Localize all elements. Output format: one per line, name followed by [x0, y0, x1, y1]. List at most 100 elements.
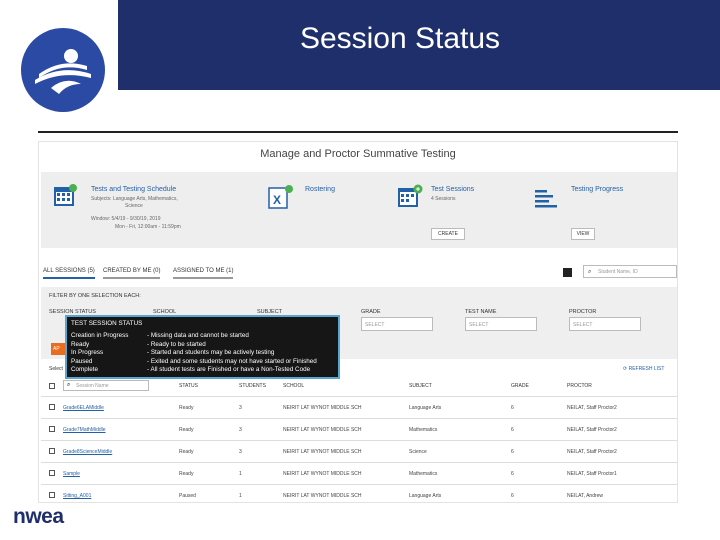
column-header[interactable]: GRADE — [511, 383, 529, 389]
tab-created-by-me[interactable]: CREATED BY ME (0) — [103, 268, 161, 279]
card-rostering[interactable]: X Rostering — [263, 172, 393, 248]
select-label: Select — [49, 366, 63, 372]
grade: 6 — [511, 405, 514, 411]
column-header[interactable]: SUBJECT — [409, 383, 432, 389]
column-header[interactable]: STUDENTS — [239, 383, 266, 389]
proctor-select[interactable]: SELECT — [569, 317, 641, 331]
filter-label: GRADE — [361, 309, 381, 315]
tooltip-status-name: Paused — [71, 357, 93, 365]
card-detail: Science — [125, 203, 143, 209]
grade: 6 — [511, 493, 514, 499]
apply-button[interactable]: AP — [51, 343, 65, 355]
card-detail: Mon - Fri, 12:00am - 11:59pm — [115, 224, 181, 230]
tab-assigned-to-me[interactable]: ASSIGNED TO ME (1) — [173, 268, 234, 279]
filter-label: TEST NAME — [465, 309, 497, 315]
tooltip-status-desc: - Exited and some students may not have … — [147, 357, 317, 365]
grade: 6 — [511, 449, 514, 455]
book-logo-icon — [21, 28, 105, 112]
card-title: Testing Progress — [571, 186, 624, 193]
search-icon: ⌕ — [67, 382, 71, 388]
card-title: Tests and Testing Schedule — [91, 186, 177, 193]
session-name-link[interactable]: Sitting_A001 — [63, 493, 91, 499]
session-status: Ready — [179, 405, 194, 411]
title-rule — [38, 131, 678, 133]
proctor-name: NEILAT, Andrew — [567, 493, 604, 499]
progress-bars-icon — [535, 190, 557, 208]
row-checkbox[interactable] — [49, 404, 55, 410]
proctor-name: NEILAT, Staff Proctor1 — [567, 471, 617, 477]
table-header-row: ⌕ Session Name STATUS STUDENTS SCHOOL SU… — [41, 378, 677, 394]
excel-icon: X — [268, 185, 293, 209]
filter-label: PROCTOR — [569, 309, 597, 315]
session-name-link[interactable]: Grade6ELAMiddle — [63, 405, 104, 411]
row-checkbox[interactable] — [49, 492, 55, 498]
student-search-input[interactable]: ⌕ Student Name, ID — [583, 265, 677, 278]
test-name-select[interactable]: SELECT — [465, 317, 537, 331]
row-checkbox[interactable] — [49, 470, 55, 476]
select-all-checkbox[interactable] — [49, 383, 55, 389]
slide-title: Session Status — [299, 22, 501, 55]
tab-all-sessions[interactable]: ALL SESSIONS (5) — [43, 268, 95, 279]
row-checkbox[interactable] — [49, 426, 55, 432]
card-testing-progress[interactable]: Testing Progress VIEW — [535, 172, 675, 248]
tooltip-status-name: In Progress — [71, 349, 104, 357]
session-name-link[interactable]: Grade8ScienceMiddle — [63, 449, 112, 455]
student-count: 3 — [239, 449, 242, 455]
column-header[interactable]: SCHOOL — [283, 383, 304, 389]
school-name: NEIRIT LAT WYNOT MIDDLE SCH — [283, 449, 362, 455]
card-tests-schedule[interactable]: Tests and Testing Schedule Subjects: Lan… — [49, 172, 239, 248]
card-test-sessions[interactable]: Test Sessions 4 Sessions CREATE — [393, 172, 533, 248]
student-count: 3 — [239, 427, 242, 433]
calendar-add-icon — [398, 184, 423, 207]
tooltip-status-desc: - Started and students may be actively t… — [147, 349, 275, 357]
subject: Mathematics — [409, 471, 438, 477]
grade: 6 — [511, 471, 514, 477]
subject: Mathematics — [409, 427, 438, 433]
column-header[interactable]: PROCTOR — [567, 383, 592, 389]
create-button[interactable]: CREATE — [431, 228, 465, 240]
table-row: Sample Ready 1 NEIRIT LAT WYNOT MIDDLE SCH M… — [41, 462, 677, 484]
table-row: Grade8ScienceMiddle Ready 3 NEIRIT LAT WYNO… — [41, 440, 677, 462]
tooltip-status-desc: - All student tests are Finished or have… — [147, 366, 311, 374]
subject: Language Arts — [409, 405, 442, 411]
card-detail: Window: 5/4/19 - 9/30/19, 2019 — [91, 216, 161, 222]
calendar-icon — [54, 184, 77, 206]
filter-toggle-icon[interactable] — [563, 268, 572, 277]
app-screenshot: Manage and Proctor Summative Testing Tes… — [38, 141, 678, 503]
view-button[interactable]: VIEW — [571, 228, 595, 240]
student-count: 1 — [239, 471, 242, 477]
subject: Science — [409, 449, 427, 455]
card-title: Rostering — [305, 186, 335, 193]
proctor-name: NEILAT, Staff Proctor2 — [567, 449, 617, 455]
grade: 6 — [511, 427, 514, 433]
grade-select[interactable]: SELECT — [361, 317, 433, 331]
session-name-link[interactable]: Grade7MathMiddle — [63, 427, 106, 433]
card-strip: Tests and Testing Schedule Subjects: Lan… — [41, 172, 677, 248]
school-name: NEIRIT LAT WYNOT MIDDLE SCH — [283, 405, 362, 411]
proctor-name: NEILAT, Staff Proctor2 — [567, 427, 617, 433]
row-checkbox[interactable] — [49, 448, 55, 454]
card-detail: Subjects: Language Arts, Mathematics, — [91, 196, 178, 202]
card-detail: 4 Sessions — [431, 196, 456, 202]
proctor-name: NEILAT, Staff Proctor2 — [567, 405, 617, 411]
search-placeholder: Session Name — [76, 383, 109, 389]
session-status: Ready — [179, 427, 194, 433]
session-status: Paused — [179, 493, 196, 499]
session-status: Ready — [179, 471, 194, 477]
filter-heading: FILTER BY ONE SELECTION EACH: — [49, 293, 141, 299]
tooltip-status-desc: - Ready to be started — [147, 340, 206, 348]
page-heading: Manage and Proctor Summative Testing — [260, 148, 456, 160]
session-status-tooltip: TEST SESSION STATUS Creation in Progress… — [65, 315, 340, 379]
session-name-link[interactable]: Sample — [63, 471, 80, 477]
school-name: NEIRIT LAT WYNOT MIDDLE SCH — [283, 493, 362, 499]
refresh-list-button[interactable]: ⟳ REFRESH LIST — [623, 366, 664, 372]
column-header[interactable]: STATUS — [179, 383, 198, 389]
tooltip-status-name: Creation in Progress — [71, 332, 129, 339]
school-name: NEIRIT LAT WYNOT MIDDLE SCH — [283, 427, 362, 433]
logo-container — [0, 0, 118, 126]
session-search-input[interactable]: ⌕ Session Name — [63, 380, 149, 391]
table-row: Grade6ELAMiddle Ready 3 NEIRIT LAT WYNOT MI… — [41, 396, 677, 418]
subject: Language Arts — [409, 493, 442, 499]
school-name: NEIRIT LAT WYNOT MIDDLE SCH — [283, 471, 362, 477]
tooltip-status-name: Complete — [71, 366, 98, 374]
